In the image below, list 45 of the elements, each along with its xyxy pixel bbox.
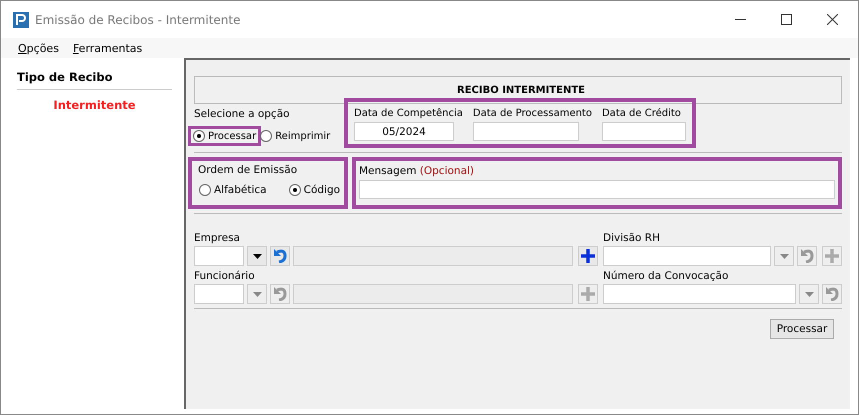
field-label: Empresa — [194, 232, 241, 244]
date-field[interactable] — [602, 122, 686, 141]
undo-icon — [272, 249, 288, 263]
date-field[interactable] — [472, 122, 579, 141]
caret-icon — [804, 292, 814, 296]
undo-icon — [800, 249, 814, 263]
message-field[interactable] — [359, 180, 835, 199]
undo-button[interactable] — [270, 246, 290, 266]
close-icon[interactable] — [827, 14, 838, 25]
app-logo-icon — [13, 12, 29, 28]
process-button[interactable]: Processar — [770, 319, 834, 339]
option-label: Selecione a opção — [194, 108, 291, 120]
code-field[interactable] — [194, 284, 244, 304]
field-label: Data de Crédito — [602, 108, 682, 119]
caret-icon — [252, 292, 262, 296]
sidebar-title: Tipo de Recibo — [17, 70, 172, 90]
window-title: Emissão de Recibos - Intermitente — [35, 12, 240, 26]
dropdown-button[interactable] — [247, 246, 267, 266]
radio-option[interactable]: Código — [282, 178, 348, 202]
undo-icon — [824, 287, 840, 301]
sidebar-item[interactable]: Intermitente — [17, 98, 172, 112]
combo-field[interactable] — [603, 246, 771, 266]
undo-icon — [272, 287, 288, 301]
form-header: RECIBO INTERMITENTE — [194, 76, 842, 104]
plus-icon — [581, 287, 595, 301]
maximize-icon[interactable] — [781, 14, 792, 25]
radio-option[interactable]: Processar — [188, 126, 262, 146]
caret-icon — [252, 254, 262, 258]
group-label: Ordem de Emissão — [198, 164, 298, 176]
field-label: Número da Convocação — [603, 270, 730, 282]
field-label: Divisão RH — [603, 232, 661, 244]
field-label: Funcionário — [194, 270, 256, 282]
radio-option[interactable]: Alfabética — [192, 178, 274, 202]
menu-item[interactable]: Ferramentas — [72, 42, 142, 54]
menu-item[interactable]: Opções — [18, 42, 59, 54]
field-label: Data de Processamento — [472, 108, 592, 119]
caret-icon — [780, 254, 788, 258]
date-field[interactable]: 05/2024 — [354, 122, 454, 141]
field-label: Data de Competência — [354, 108, 463, 119]
plus-icon — [825, 249, 839, 263]
add-button[interactable] — [578, 246, 598, 266]
combo-field[interactable] — [603, 284, 796, 304]
code-field[interactable] — [194, 246, 244, 266]
plus-icon — [581, 249, 595, 263]
field-label: Mensagem (Opcional) — [359, 165, 476, 177]
